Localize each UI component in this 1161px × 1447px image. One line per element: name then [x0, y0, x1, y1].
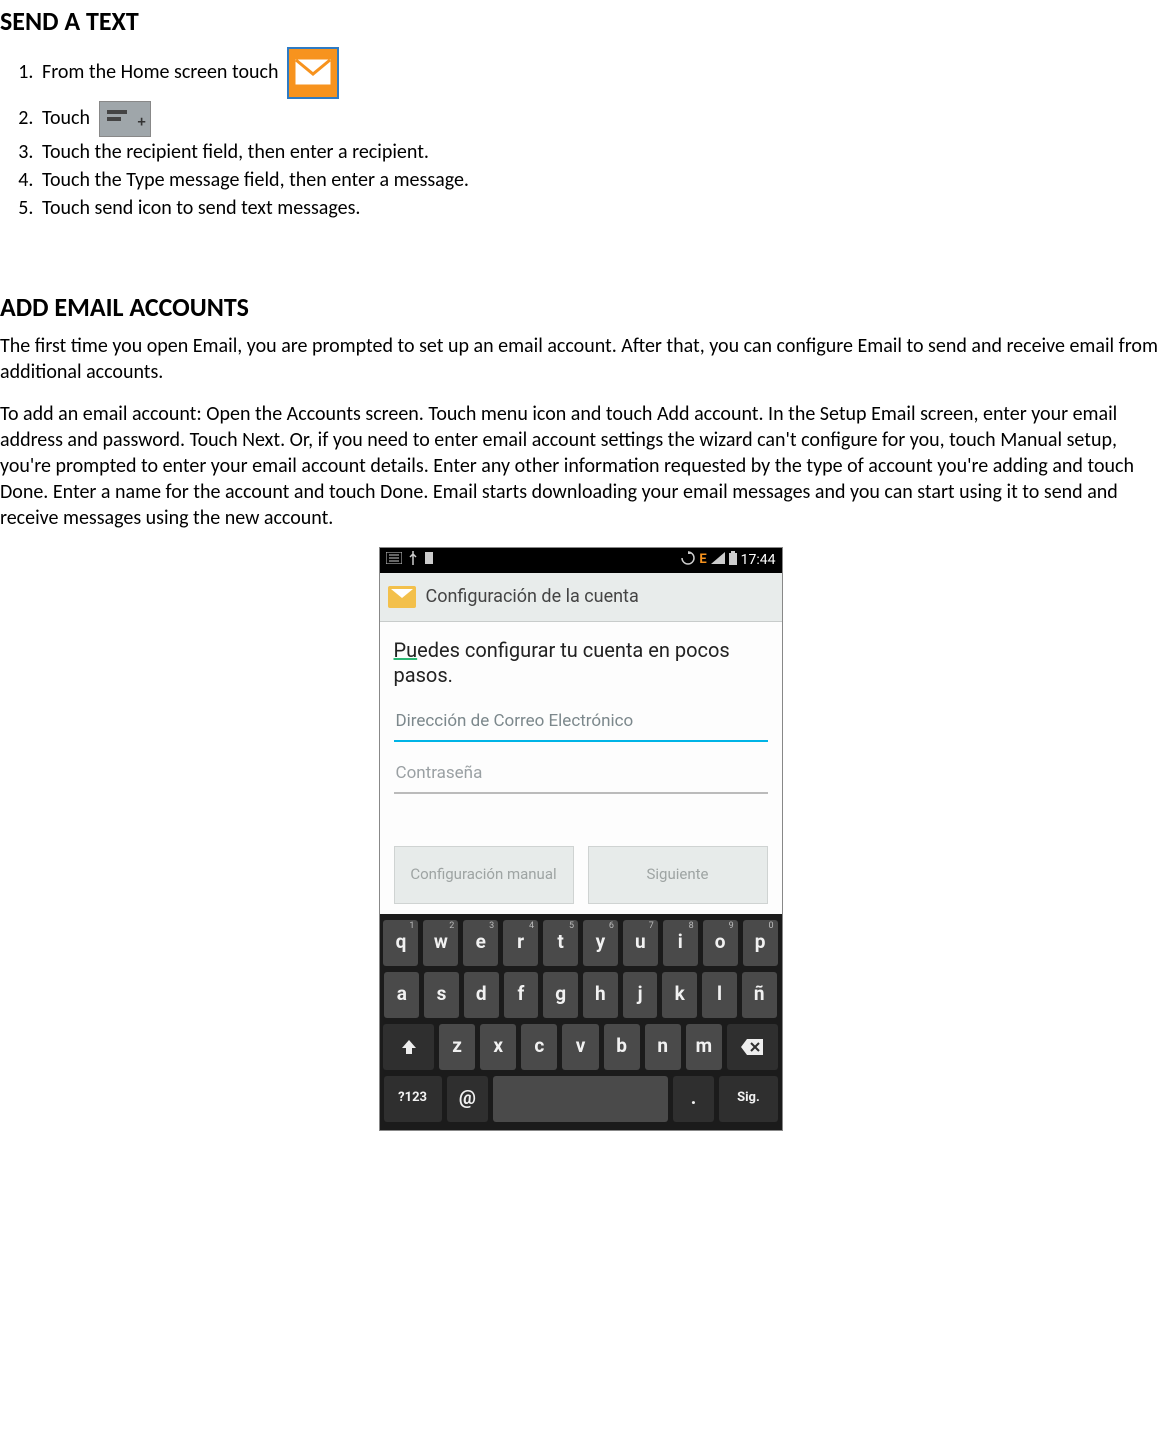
shift-key[interactable] — [383, 1024, 434, 1070]
key-f[interactable]: f — [504, 972, 539, 1018]
usb-status-icon — [408, 551, 418, 570]
email-intro-para: The first time you open Email, you are p… — [0, 333, 1161, 385]
step-1: From the Home screen touch — [38, 47, 1161, 99]
app-title-bar: Configuración de la cuenta — [380, 573, 782, 622]
step-2-text: Touch — [42, 106, 90, 130]
setup-form-area: Puedes configurar tu cuenta en pocos pas… — [380, 622, 782, 914]
key-i[interactable]: i8 — [663, 920, 698, 966]
setup-prompt: Puedes configurar tu cuenta en pocos pas… — [394, 638, 768, 688]
key-u[interactable]: u7 — [623, 920, 658, 966]
password-field[interactable]: Contraseña — [394, 754, 768, 794]
key-n[interactable]: n — [645, 1024, 681, 1070]
status-bar: E 17:44 — [380, 548, 782, 573]
manual-setup-button[interactable]: Configuración manual — [394, 846, 574, 904]
key-w[interactable]: w2 — [423, 920, 458, 966]
card-status-icon — [424, 551, 434, 570]
status-time: 17:44 — [741, 551, 776, 569]
key-b[interactable]: b — [604, 1024, 640, 1070]
key-y[interactable]: y6 — [583, 920, 618, 966]
step-5: Touch send icon to send text messages. — [38, 195, 1161, 221]
next-button[interactable]: Siguiente — [588, 846, 768, 904]
keyboard-status-icon — [386, 551, 402, 569]
backspace-key[interactable] — [727, 1024, 778, 1070]
messaging-app-icon — [287, 47, 339, 99]
key-a[interactable]: a — [384, 972, 419, 1018]
setup-prompt-rest: edes configurar tu cuenta en pocos pasos… — [394, 638, 730, 687]
key-j[interactable]: j — [623, 972, 658, 1018]
step-1-text: From the Home screen touch — [42, 60, 278, 84]
step-4: Touch the Type message field, then enter… — [38, 167, 1161, 193]
key-k[interactable]: k — [662, 972, 697, 1018]
email-address-field[interactable]: Dirección de Correo Electrónico — [394, 702, 768, 742]
onscreen-keyboard: q1w2e3r4t5y6u7i8o9p0 asdfghjklñ zxcvbnm … — [380, 914, 782, 1130]
key-z[interactable]: z — [439, 1024, 475, 1070]
sync-status-icon — [681, 551, 695, 570]
step-2: Touch + — [38, 101, 1161, 137]
signal-icon — [711, 551, 725, 569]
keyboard-row-1: q1w2e3r4t5y6u7i8o9p0 — [384, 920, 778, 966]
keyboard-row-2: asdfghjklñ — [384, 972, 778, 1018]
heading-add-email: ADD EMAIL ACCOUNTS — [0, 291, 1161, 325]
key-x[interactable]: x — [480, 1024, 516, 1070]
key-l[interactable]: l — [702, 972, 737, 1018]
key-ñ[interactable]: ñ — [742, 972, 777, 1018]
key-o[interactable]: o9 — [703, 920, 738, 966]
keyboard-row-3: zxcvbnm — [384, 1024, 778, 1070]
key-v[interactable]: v — [562, 1024, 598, 1070]
key-r[interactable]: r4 — [503, 920, 538, 966]
phone-screenshot: E 17:44 Configuración de la cuenta Puede… — [379, 547, 783, 1131]
key-e[interactable]: e3 — [463, 920, 498, 966]
key-d[interactable]: d — [464, 972, 499, 1018]
key-t[interactable]: t5 — [543, 920, 578, 966]
password-placeholder-label: Contraseña — [396, 762, 483, 784]
key-c[interactable]: c — [521, 1024, 557, 1070]
enter-key[interactable]: Sig. — [719, 1076, 777, 1122]
key-h[interactable]: h — [583, 972, 618, 1018]
setup-prompt-highlight: Pu — [394, 638, 418, 662]
space-key[interactable] — [493, 1076, 668, 1122]
step-3: Touch the recipient field, then enter a … — [38, 139, 1161, 165]
period-key[interactable]: . — [673, 1076, 715, 1122]
email-app-icon — [388, 586, 416, 608]
compose-message-icon: + — [99, 101, 151, 137]
key-q[interactable]: q1 — [383, 920, 418, 966]
key-g[interactable]: g — [543, 972, 578, 1018]
send-text-steps: From the Home screen touch Touch + Touch… — [0, 47, 1161, 221]
data-e-indicator: E — [699, 552, 706, 569]
key-s[interactable]: s — [424, 972, 459, 1018]
at-key[interactable]: @ — [447, 1076, 489, 1122]
keyboard-row-4: ?123 @ . Sig. — [384, 1076, 778, 1122]
app-title-text: Configuración de la cuenta — [426, 585, 639, 608]
battery-icon — [729, 551, 737, 570]
email-instructions-para: To add an email account: Open the Accoun… — [0, 401, 1161, 531]
key-m[interactable]: m — [686, 1024, 722, 1070]
symbols-key[interactable]: ?123 — [384, 1076, 442, 1122]
email-placeholder-label: Dirección de Correo Electrónico — [396, 710, 634, 732]
heading-send-text: SEND A TEXT — [0, 5, 1161, 39]
key-p[interactable]: p0 — [743, 920, 778, 966]
